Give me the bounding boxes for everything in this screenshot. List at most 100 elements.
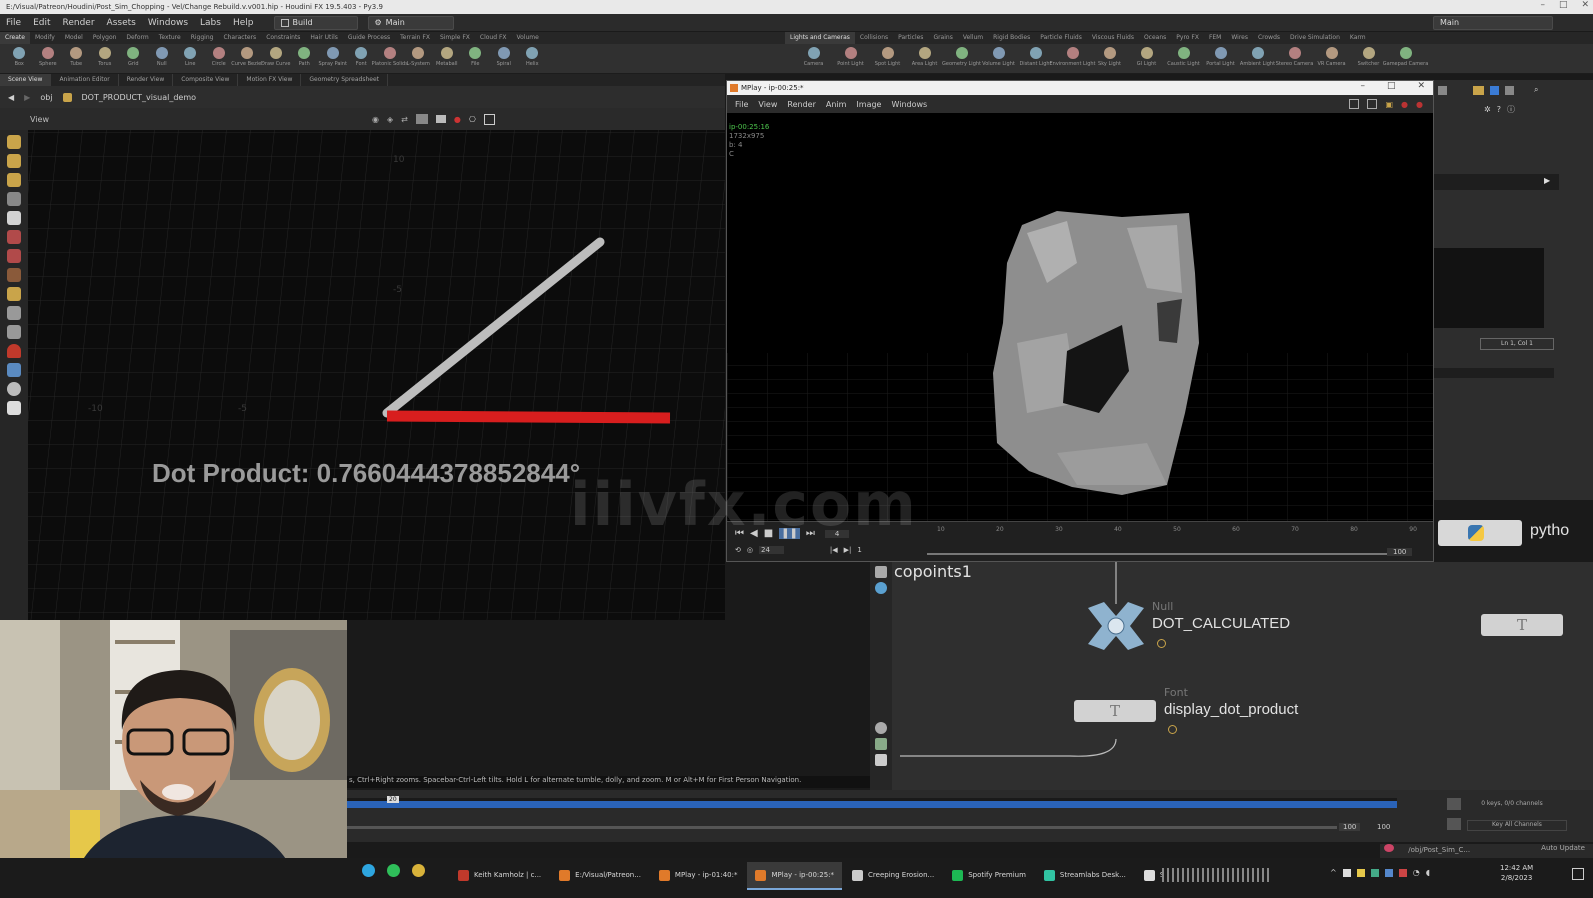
shelf-tab[interactable]: Create bbox=[0, 32, 30, 44]
range-start-field[interactable]: 100 bbox=[1339, 823, 1361, 831]
shelf-tab[interactable]: Modify bbox=[30, 32, 60, 44]
range-end-icon[interactable]: ▶| bbox=[844, 546, 852, 554]
shelf-tab[interactable]: Collisions bbox=[855, 32, 893, 44]
network-editor[interactable]: copoints1 Null DOT_CALCULATED T Font dis… bbox=[870, 562, 1593, 790]
taskbar-item[interactable]: MPlay - ip-00:25:* bbox=[747, 862, 843, 890]
minimize-icon[interactable]: – bbox=[1540, 0, 1545, 10]
shelf-tab[interactable]: Polygon bbox=[88, 32, 122, 44]
search-icon[interactable]: ⌕ bbox=[1534, 85, 1538, 95]
mplay-menu-item[interactable]: File bbox=[735, 100, 748, 109]
tray-app-icon[interactable] bbox=[1370, 868, 1379, 877]
tray-app-icon[interactable] bbox=[1342, 868, 1351, 877]
magnet-icon[interactable] bbox=[7, 344, 21, 358]
loop-icon[interactable]: ⟲ bbox=[735, 546, 741, 554]
shelf-tool-button[interactable]: Area Light bbox=[906, 44, 943, 74]
shelf-tool-button[interactable]: Box bbox=[5, 44, 34, 74]
lock-icon[interactable] bbox=[7, 211, 21, 225]
taskbar-item[interactable]: Spotify Premium bbox=[944, 862, 1034, 890]
shelf-tab[interactable]: Particles bbox=[893, 32, 928, 44]
shelf-tab[interactable]: Simple FX bbox=[435, 32, 475, 44]
shelf-tool-button[interactable]: Geometry Light bbox=[942, 44, 981, 74]
tray-chevron-icon[interactable]: ^ bbox=[1330, 868, 1337, 877]
shelf-tab[interactable]: Characters bbox=[218, 32, 261, 44]
start-frame-field[interactable]: 1 bbox=[857, 546, 861, 554]
shelf-tab[interactable]: Rigid Bodies bbox=[988, 32, 1035, 44]
table-icon[interactable] bbox=[1505, 85, 1514, 95]
display-flag-icon[interactable] bbox=[1168, 725, 1177, 734]
flipbook-icon[interactable]: ⎔ bbox=[469, 115, 476, 124]
realtime-icon[interactable]: ◎ bbox=[747, 546, 753, 554]
fps-field[interactable]: 24 bbox=[758, 546, 784, 554]
shelf-tool-button[interactable]: Stereo Camera bbox=[1276, 44, 1313, 74]
shelf-tool-button[interactable]: Draw Curve bbox=[261, 44, 290, 74]
telegram-icon[interactable] bbox=[362, 864, 375, 877]
pane-tab[interactable]: Motion FX View bbox=[238, 74, 302, 86]
desktop-dropdown-main[interactable]: ⚙ Main bbox=[367, 15, 454, 30]
tray-app-icon[interactable] bbox=[1384, 868, 1393, 877]
shelf-tab[interactable]: FEM bbox=[1204, 32, 1226, 44]
tray-app-icon[interactable] bbox=[1356, 868, 1365, 877]
compare-icon[interactable] bbox=[1367, 99, 1378, 109]
menu-item-assets[interactable]: Assets bbox=[101, 18, 142, 28]
shelf-tool-button[interactable]: Circle bbox=[205, 44, 234, 74]
keys-icon[interactable] bbox=[1447, 798, 1461, 810]
pose-icon[interactable] bbox=[7, 249, 21, 263]
shelf-tool-button[interactable]: Environment Light bbox=[1050, 44, 1096, 74]
snap-icon[interactable]: ◈ bbox=[387, 115, 393, 124]
shelf-tool-button[interactable]: Sphere bbox=[34, 44, 63, 74]
range-end-field[interactable]: 100 bbox=[1373, 823, 1394, 831]
shelf-tool-button[interactable]: Metaball bbox=[433, 44, 462, 74]
back-arrow-icon[interactable]: ◀ bbox=[8, 93, 14, 102]
layout-icon[interactable] bbox=[1349, 99, 1360, 109]
close-icon[interactable]: ✕ bbox=[1581, 0, 1589, 10]
taskbar-item[interactable]: MPlay - ip-01:40:* bbox=[651, 862, 746, 890]
camera-icon[interactable]: ◉ bbox=[372, 115, 379, 124]
python-editor-area[interactable] bbox=[1434, 248, 1544, 328]
mplay-menu-item[interactable]: Windows bbox=[891, 100, 927, 109]
shelf-tool-button[interactable]: Curve Bezier bbox=[231, 44, 263, 74]
key-all-channels[interactable]: Key All Channels bbox=[1467, 820, 1567, 831]
shelf-tab[interactable]: Lights and Cameras bbox=[785, 32, 855, 44]
shelf-tool-button[interactable]: Point Light bbox=[832, 44, 869, 74]
shelf-tab[interactable]: Crowds bbox=[1253, 32, 1285, 44]
shelf-tool-button[interactable]: Grid bbox=[119, 44, 148, 74]
shelf-tool-button[interactable]: Gamepad Camera bbox=[1383, 44, 1428, 74]
shelf-tab[interactable]: Particle Fluids bbox=[1035, 32, 1087, 44]
shelf-tab[interactable]: Cloud FX bbox=[475, 32, 512, 44]
shelf-tool-button[interactable]: Distant Light bbox=[1017, 44, 1054, 74]
desktop-dropdown-build[interactable]: Build bbox=[273, 15, 358, 30]
tray-app-icon[interactable] bbox=[1398, 868, 1407, 877]
shelf-tab[interactable]: Constraints bbox=[261, 32, 305, 44]
record-icon[interactable]: ● bbox=[454, 115, 461, 124]
stop-render-icon[interactable]: ● bbox=[1401, 100, 1408, 109]
pane-tab[interactable]: Animation Editor bbox=[51, 74, 119, 86]
handle-icon[interactable] bbox=[7, 230, 21, 244]
mplay-menu-item[interactable]: Image bbox=[856, 100, 881, 109]
swap-icon[interactable]: ⇄ bbox=[401, 115, 408, 124]
shelf-tool-button[interactable]: Path bbox=[290, 44, 319, 74]
chrome-icon[interactable] bbox=[412, 864, 425, 877]
select-tool-icon[interactable] bbox=[7, 135, 21, 149]
shelf-tool-button[interactable]: Spot Light bbox=[869, 44, 906, 74]
mplay-frame-slider[interactable] bbox=[927, 553, 1387, 555]
pane-tab[interactable]: Render View bbox=[119, 74, 174, 86]
shelf-tool-button[interactable]: Camera bbox=[795, 44, 832, 74]
shelf-tab[interactable]: Viscous Fluids bbox=[1087, 32, 1139, 44]
null-node-dot-calculated[interactable] bbox=[1086, 602, 1146, 650]
shelf-tab[interactable]: Deform bbox=[121, 32, 153, 44]
shelf-tool-button[interactable]: Tube bbox=[62, 44, 91, 74]
python-node[interactable] bbox=[1438, 520, 1522, 546]
camera-tool-icon[interactable] bbox=[7, 382, 21, 396]
shelf-tab[interactable]: Volume bbox=[512, 32, 544, 44]
shelf-tool-button[interactable]: L-System bbox=[404, 44, 433, 74]
wifi-icon[interactable]: ◔ bbox=[1413, 868, 1420, 877]
desktop-dropdown-right[interactable]: Main bbox=[1433, 15, 1553, 30]
right-pane-field[interactable] bbox=[1434, 174, 1559, 190]
path-node[interactable]: DOT_PRODUCT_visual_demo bbox=[82, 93, 197, 102]
maximize-icon[interactable]: □ bbox=[1387, 81, 1396, 91]
mplay-menu-item[interactable]: View bbox=[758, 100, 777, 109]
menu-item-file[interactable]: File bbox=[0, 18, 27, 28]
notification-icon[interactable] bbox=[1572, 868, 1584, 880]
auto-update-field[interactable]: Auto Update bbox=[1541, 844, 1585, 852]
snap-grid-icon[interactable] bbox=[7, 306, 21, 320]
